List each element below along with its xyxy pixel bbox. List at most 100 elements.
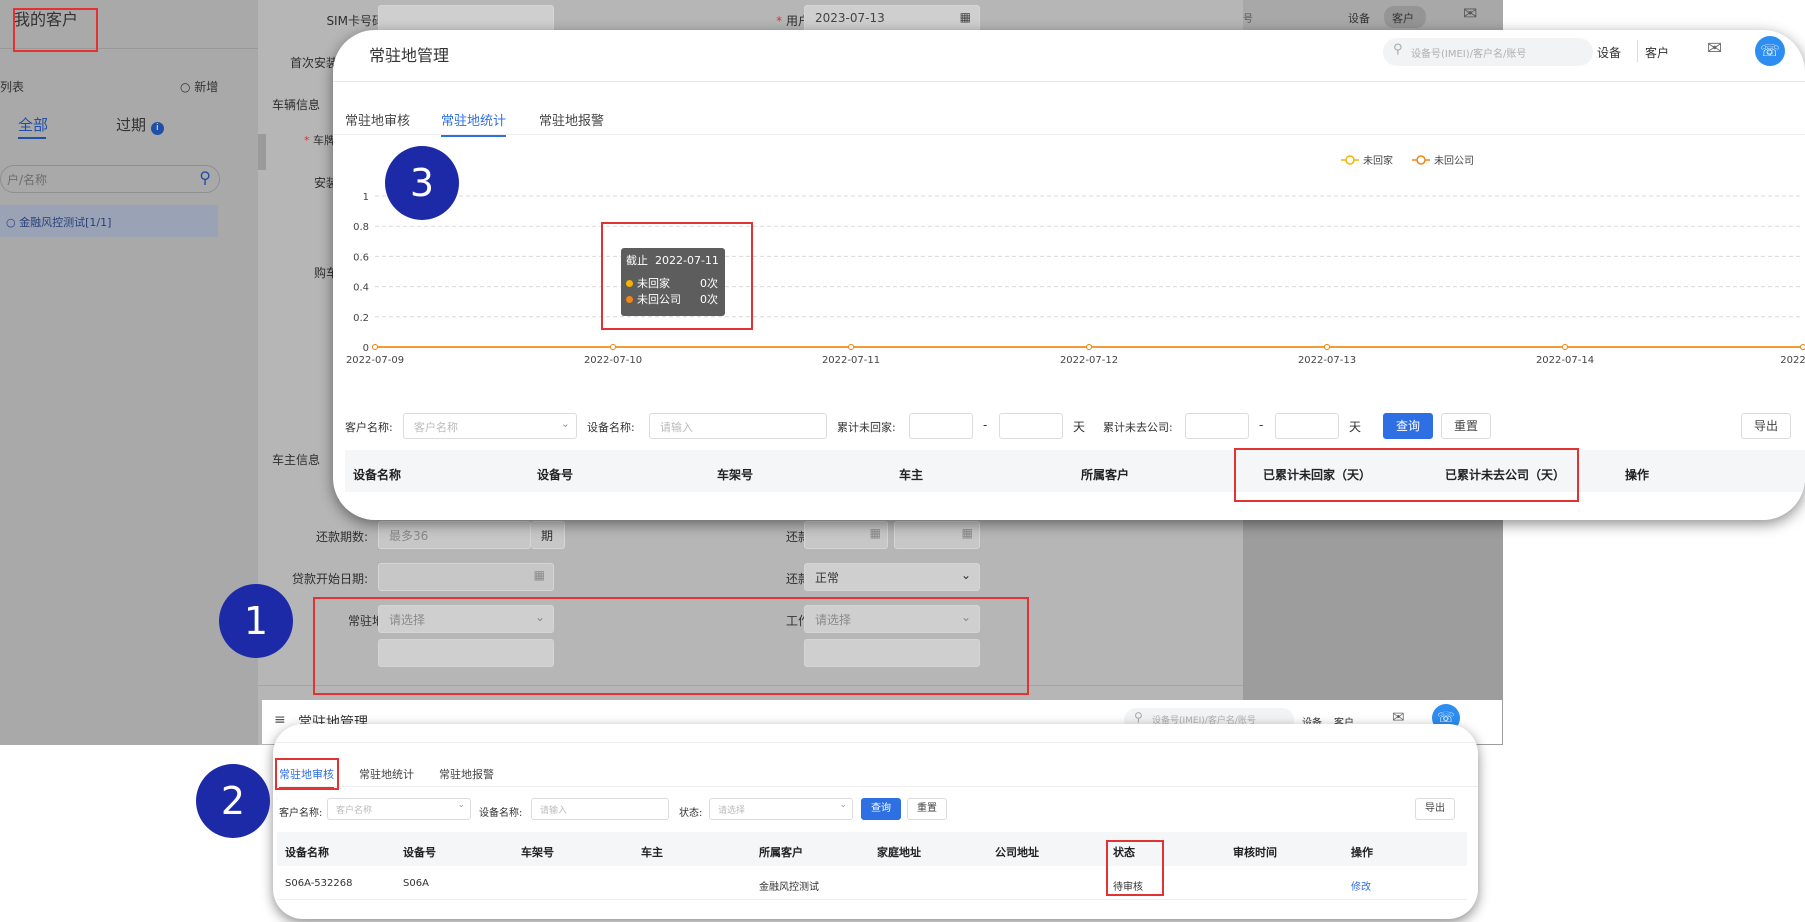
step-marker-1: 1: [219, 584, 293, 658]
user-icon: ○: [6, 216, 20, 229]
header-device-button[interactable]: 设备: [1348, 10, 1370, 26]
col-owner: 车主: [641, 846, 663, 859]
legend-label[interactable]: 未回公司: [1434, 155, 1474, 167]
chevron-down-icon: ⌄: [839, 800, 847, 810]
x-tick-label: 2022-07-13: [1298, 355, 1356, 366]
repay-cycle-start[interactable]: ▦: [804, 521, 888, 549]
data-point: [1086, 344, 1092, 350]
not-company-max-input[interactable]: [1275, 413, 1339, 439]
col-owner: 车主: [899, 468, 924, 482]
tree-item[interactable]: ○ 金融风控测试[1/1]: [0, 205, 218, 237]
data-point: [372, 344, 378, 350]
device-name-label: 设备名称:: [587, 421, 635, 434]
not-home-min-input[interactable]: [909, 413, 973, 439]
tab-resident-stats[interactable]: 常驻地统计: [441, 110, 507, 137]
customer-name-label: 客户名称:: [345, 421, 393, 434]
edit-link[interactable]: 修改: [1351, 878, 1371, 893]
device-name-input[interactable]: 请输入: [649, 413, 827, 439]
tab-resident-alarm[interactable]: 常驻地报警: [439, 766, 494, 782]
customer-name-select[interactable]: 客户名称 ⌄: [403, 413, 577, 439]
device-button[interactable]: 设备: [1597, 44, 1621, 61]
highlight-resident-fields: [313, 597, 1029, 695]
tab-resident-review[interactable]: 常驻地审核: [345, 110, 410, 129]
table-row: S06A-532268 S06A 金融风控测试 待审核 修改: [277, 866, 1467, 900]
customer-search-input[interactable]: 户/名称 ⚲: [0, 165, 220, 193]
plate-label: * 车牌: [304, 134, 335, 147]
col-vin: 车架号: [717, 468, 754, 482]
mail-icon[interactable]: ✉: [1707, 38, 1722, 59]
step-marker-2: 2: [196, 764, 270, 838]
window-title: 常驻地管理: [369, 46, 450, 65]
col-device-name: 设备名称: [353, 468, 402, 482]
query-button[interactable]: 查询: [861, 798, 901, 820]
mail-icon[interactable]: ✉: [1463, 4, 1477, 24]
col-home-address: 家庭地址: [877, 846, 921, 859]
chevron-down-icon: ⌄: [560, 417, 570, 430]
customer-button[interactable]: 客户: [1645, 44, 1669, 61]
highlight-my-customer: [13, 8, 98, 52]
menu-icon[interactable]: ≡: [274, 712, 286, 728]
owner-section-title: 车主信息: [272, 453, 321, 467]
repay-status-select[interactable]: 正常 ⌄: [804, 563, 980, 591]
step-marker-3: 3: [385, 146, 459, 220]
tab-resident-alarm[interactable]: 常驻地报警: [539, 110, 604, 129]
loan-start-input[interactable]: ▦: [378, 563, 554, 591]
day-unit: 天: [1349, 420, 1362, 434]
cell-customer: 金融风控测试: [759, 882, 819, 893]
add-button[interactable]: ○ 新增: [180, 78, 218, 95]
chevron-down-icon: ⌄: [457, 800, 465, 810]
x-tick-label: 2022-07-: [1780, 355, 1805, 366]
not-home-max-input[interactable]: [999, 413, 1063, 439]
y-tick-label: 0.6: [353, 252, 369, 263]
customer-name-select[interactable]: 客户名称 ⌄: [327, 798, 471, 820]
device-name-input[interactable]: 请输入: [531, 798, 669, 820]
tab-all[interactable]: 全部: [18, 114, 48, 135]
tab-resident-stats[interactable]: 常驻地统计: [359, 766, 414, 782]
status-select[interactable]: 请选择 ⌄: [709, 798, 853, 820]
calendar-icon: ▦: [961, 526, 973, 540]
sim-input[interactable]: [378, 5, 554, 33]
highlight-status-cell: [1106, 840, 1164, 896]
repay-cycle-end[interactable]: ▦: [894, 521, 980, 549]
col-customer: 所属客户: [759, 846, 803, 859]
expire-date-input[interactable]: 2023-07-13 ▦: [804, 5, 980, 33]
col-review-time: 审核时间: [1233, 846, 1277, 859]
global-search-input[interactable]: ⚲ 设备号(IMEI)/客户名/账号: [1383, 38, 1593, 66]
query-button[interactable]: 查询: [1383, 413, 1433, 439]
x-tick-label: 2022-07-12: [1060, 355, 1118, 366]
customer-sidebar: 我的客户 列表 ○ 新增 全部 过期 i 户/名称 ⚲ ○ 金融风控测试[1/1]: [0, 0, 258, 745]
col-device-no: 设备号: [403, 846, 436, 859]
header-customer-button[interactable]: 客户: [1384, 6, 1426, 28]
not-company-min-input[interactable]: [1185, 413, 1249, 439]
data-point: [1324, 344, 1330, 350]
col-device-name: 设备名称: [285, 846, 329, 859]
highlight-tooltip: [601, 222, 753, 330]
avatar[interactable]: ☏: [1755, 36, 1785, 66]
col-actions: 操作: [1625, 468, 1650, 482]
legend-swatch-dot: [1416, 155, 1426, 165]
x-tick-label: 2022-07-14: [1536, 355, 1594, 366]
legend-label[interactable]: 未回家: [1363, 154, 1393, 167]
tab-expired[interactable]: 过期 i: [116, 114, 164, 135]
export-button[interactable]: 导出: [1415, 798, 1455, 820]
export-button[interactable]: 导出: [1741, 413, 1791, 439]
x-tick-label: 2022-07-10: [584, 355, 642, 366]
col-actions: 操作: [1351, 846, 1373, 859]
highlight-accum-columns: [1234, 448, 1579, 502]
reset-button[interactable]: 重置: [907, 798, 947, 820]
status-label: 状态:: [679, 808, 703, 819]
legend-swatch-dot: [1345, 155, 1355, 165]
repay-periods-input[interactable]: 最多36: [378, 521, 531, 549]
data-point: [610, 344, 616, 350]
device-name-label: 设备名称:: [479, 808, 523, 819]
resident-review-window: 常驻地审核 常驻地统计 常驻地报警 客户名称: 客户名称 ⌄ 设备名称: 请输入 …: [273, 724, 1478, 919]
y-tick-label: 0.8: [353, 222, 369, 233]
col-device-no: 设备号: [537, 468, 574, 482]
list-title: 列表: [0, 80, 25, 94]
vehicle-section-title: 车辆信息: [272, 98, 321, 112]
reset-button[interactable]: 重置: [1441, 413, 1491, 439]
loan-start-label: 贷款开始日期:: [291, 572, 368, 586]
cell-device-name: S06A-532268: [285, 878, 353, 889]
info-icon: i: [150, 122, 164, 135]
y-tick-label: 0: [363, 343, 369, 354]
